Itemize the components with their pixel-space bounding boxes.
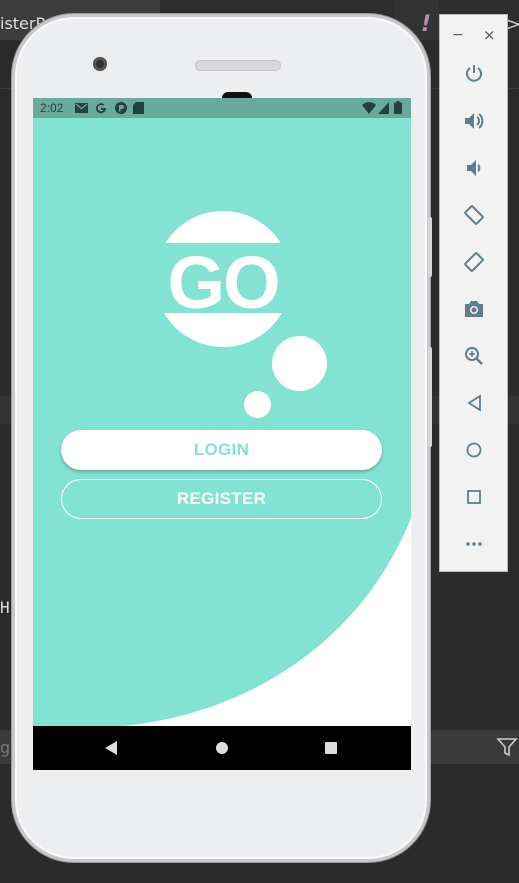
filter-icon[interactable] — [496, 736, 518, 758]
phone-screen: 2:02 GO LOGIN REGISTER — [33, 98, 411, 770]
overview-icon[interactable] — [460, 483, 488, 511]
register-button[interactable]: REGISTER — [61, 479, 382, 519]
logo-bubble-small — [244, 391, 271, 418]
minimize-icon[interactable]: − — [452, 27, 464, 43]
login-button[interactable]: LOGIN — [61, 430, 382, 470]
status-bar: 2:02 — [33, 98, 411, 118]
gmail-icon — [75, 103, 88, 113]
volume-up-icon[interactable] — [460, 107, 488, 135]
side-button — [428, 347, 432, 447]
ide-search-text: g — [0, 738, 11, 757]
home-icon[interactable] — [460, 436, 488, 464]
back-icon[interactable] — [105, 741, 117, 755]
earpiece-speaker — [195, 60, 281, 71]
volume-down-icon[interactable] — [460, 154, 488, 182]
sd-card-icon — [133, 102, 144, 114]
more-icon[interactable] — [460, 530, 488, 558]
battery-icon — [394, 101, 402, 114]
home-icon[interactable] — [216, 742, 228, 754]
navigation-bar — [33, 726, 411, 770]
go-logo: GO — [158, 211, 288, 347]
register-button-label: REGISTER — [176, 489, 267, 508]
zoom-icon[interactable] — [460, 342, 488, 370]
recents-icon[interactable] — [325, 742, 337, 754]
side-button — [428, 217, 432, 277]
camera-icon[interactable] — [460, 295, 488, 323]
power-icon[interactable] — [460, 59, 488, 87]
emulator-toolbar: − × — [439, 14, 508, 572]
ide-warning-icon: ! — [421, 12, 432, 37]
rotate-left-icon[interactable] — [460, 201, 488, 229]
logo-text: GO — [167, 241, 278, 324]
google-icon — [96, 103, 107, 114]
front-camera — [93, 57, 107, 71]
rotate-right-icon[interactable] — [460, 248, 488, 276]
logo-bubble-large — [272, 336, 327, 391]
login-button-label: LOGIN — [193, 440, 250, 459]
signal-icon — [378, 102, 389, 114]
back-icon[interactable] — [460, 389, 488, 417]
wifi-icon — [362, 102, 376, 114]
app-notification-icon — [115, 102, 127, 114]
status-time: 2:02 — [40, 101, 64, 115]
close-icon[interactable]: × — [483, 26, 496, 44]
